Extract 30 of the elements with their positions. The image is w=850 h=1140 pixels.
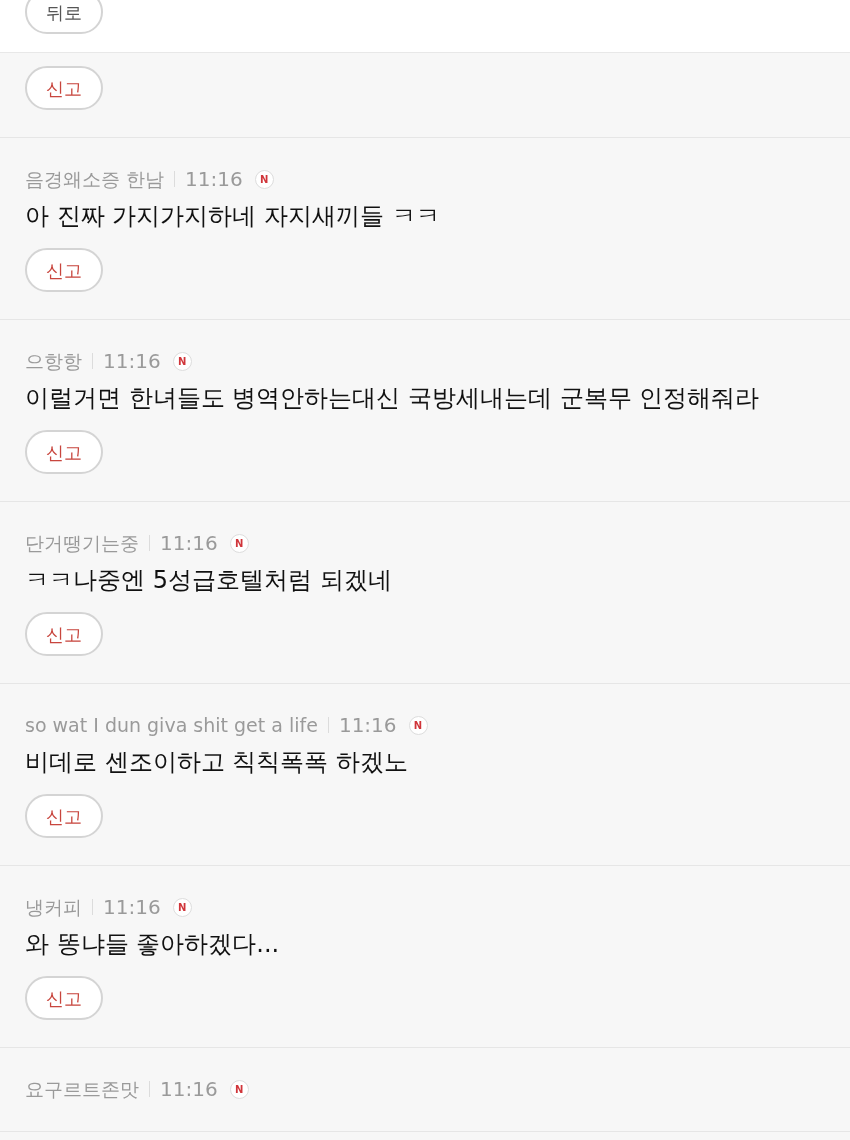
comment-time: 11:16	[338, 712, 397, 739]
new-badge: N	[408, 715, 428, 735]
comment-author: 으항항	[25, 348, 82, 374]
new-badge: N	[229, 1079, 249, 1099]
report-button[interactable]: 신고	[25, 612, 103, 656]
report-button[interactable]: 신고	[25, 248, 103, 292]
new-badge: N	[172, 351, 192, 371]
comment-text: 비데로 센조이하고 칙칙폭폭 하겠노	[25, 747, 409, 778]
comment-time: 11:16	[103, 348, 161, 375]
new-badge: N	[229, 533, 249, 553]
comment-author: 요구르트존맛	[25, 1076, 139, 1102]
report-button[interactable]: 신고	[25, 66, 103, 110]
comment-text: ㅋㅋ나중엔 5성급호텔처럼 되겠네	[25, 565, 393, 596]
report-button[interactable]: 신고	[25, 430, 103, 474]
comment-text: 아 진짜 가지가지하네 자지새끼들 ㅋㅋ	[25, 201, 441, 232]
comment-text: 이럴거면 한녀들도 병역안하는대신 국방세내는데 군복무 인정해줘라	[25, 383, 761, 414]
new-badge: N	[172, 897, 192, 917]
comment-time: 11:16	[103, 894, 161, 921]
comment-time: 11:16	[160, 530, 218, 557]
report-button[interactable]: 신고	[25, 794, 103, 838]
comment-time: 11:16	[185, 166, 243, 193]
comment-time: 11:16	[160, 1076, 218, 1103]
back-button[interactable]: 뒤로	[25, 0, 103, 34]
new-badge: N	[254, 169, 274, 189]
comment-author: so wat I dun giva shit get a life	[25, 712, 318, 738]
comment-author: 단거땡기는중	[25, 530, 139, 556]
report-button[interactable]: 신고	[25, 976, 103, 1020]
comment-text: 와 똥냐들 좋아하겠다...	[25, 929, 281, 960]
comment-author: 음경왜소증 한남	[25, 166, 165, 192]
comment-author: 냉커피	[25, 894, 82, 920]
